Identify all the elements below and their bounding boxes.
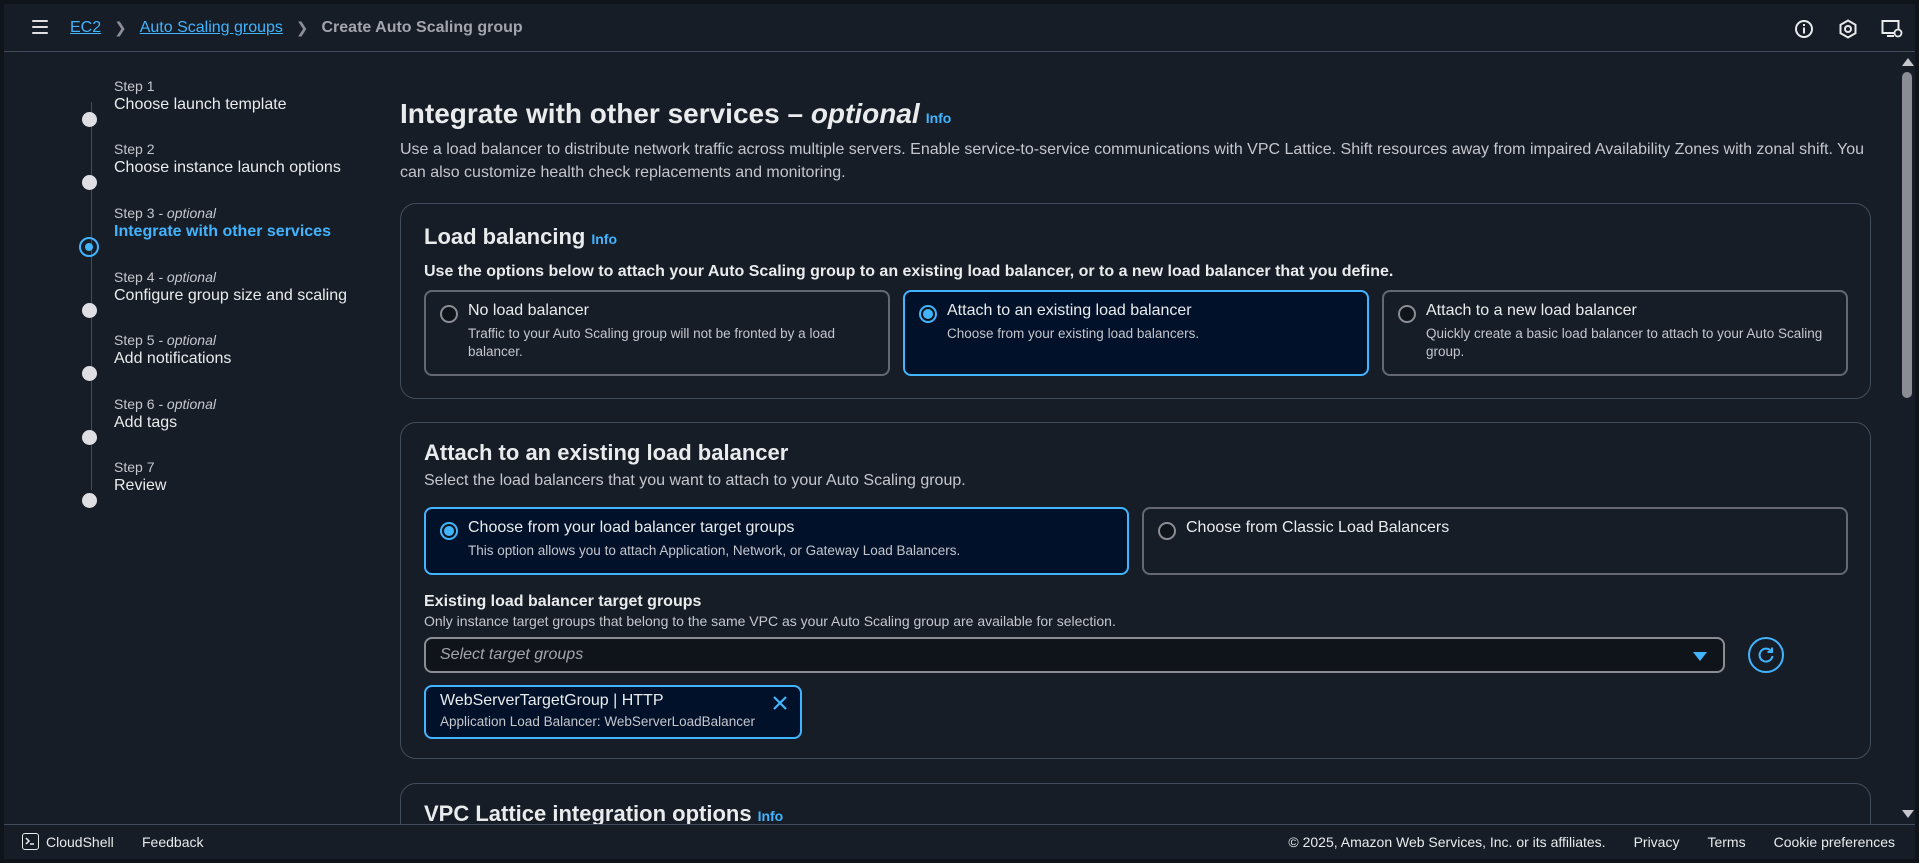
breadcrumb-ec2-link[interactable]: EC2	[70, 19, 101, 37]
step-title[interactable]: Add tags	[114, 414, 374, 432]
feedback-link[interactable]: Feedback	[142, 834, 203, 850]
chevron-right-icon: ❯	[114, 20, 127, 37]
selected-target-group-token: WebServerTargetGroup | HTTP Application …	[424, 685, 802, 739]
step-number: Step 7	[114, 459, 155, 475]
target-groups-option[interactable]: Choose from your load balancer target gr…	[424, 507, 1129, 575]
breadcrumb-current: Create Auto Scaling group	[321, 19, 523, 36]
console-window: EC2 ❯ Auto Scaling groups ❯ Create Auto …	[4, 4, 1915, 859]
option-label: Attach to a new load balancer	[1426, 302, 1637, 319]
target-groups-field-label: Existing load balancer target groups	[424, 593, 702, 610]
chevron-right-icon: ❯	[295, 20, 309, 37]
radio-button-selected[interactable]	[440, 522, 458, 540]
load-balancing-panel: Load balancing Info Use the options below…	[400, 203, 1871, 399]
close-icon[interactable]	[770, 693, 790, 713]
info-circle-icon[interactable]	[1793, 18, 1815, 40]
select-placeholder: Select target groups	[440, 646, 584, 663]
breadcrumb: EC2 ❯ Auto Scaling groups ❯ Create Auto …	[70, 19, 523, 37]
step-indicator	[82, 430, 97, 445]
radio-button[interactable]	[440, 305, 458, 323]
refresh-icon	[1758, 647, 1774, 663]
notifications-icon[interactable]	[1837, 18, 1859, 40]
option-label: Attach to an existing load balancer	[947, 302, 1192, 319]
terminal-icon	[22, 833, 39, 850]
option-description: This option allows you to attach Applica…	[468, 543, 961, 558]
step-title[interactable]: Choose instance launch options	[114, 159, 374, 177]
step-number: Step 3 - optional	[114, 205, 216, 221]
caret-down-icon	[1693, 652, 1707, 661]
step-number: Step 5 - optional	[114, 332, 216, 348]
step-number: Step 1	[114, 78, 155, 94]
step-number: Step 4 - optional	[114, 269, 216, 285]
scroll-up-arrow-icon[interactable]	[1902, 58, 1914, 66]
load-balancing-instruction: Use the options below to attach your Aut…	[424, 263, 1394, 280]
radio-button[interactable]	[1398, 305, 1416, 323]
breadcrumb-asg-link[interactable]: Auto Scaling groups	[140, 19, 283, 37]
info-link[interactable]: Info	[591, 231, 617, 247]
cloudshell-button[interactable]: CloudShell	[22, 833, 114, 850]
privacy-link[interactable]: Privacy	[1634, 834, 1680, 850]
footer-links: © 2025, Amazon Web Services, Inc. or its…	[1288, 834, 1895, 850]
footer: CloudShell Feedback © 2025, Amazon Web S…	[4, 824, 1915, 859]
classic-load-balancers-option[interactable]: Choose from Classic Load Balancers	[1142, 507, 1848, 575]
cloudshell-label: CloudShell	[46, 833, 114, 850]
vpc-lattice-panel: VPC Lattice integration options Info	[400, 783, 1871, 824]
main-content: Integrate with other services – optional…	[400, 52, 1880, 824]
menu-icon[interactable]	[32, 20, 48, 34]
option-description: Traffic to your Auto Scaling group will …	[468, 326, 835, 359]
header-icon-group	[1793, 18, 1903, 40]
step-title[interactable]: Configure group size and scaling	[114, 287, 374, 305]
terms-link[interactable]: Terms	[1707, 834, 1745, 850]
target-groups-select[interactable]: Select target groups	[424, 637, 1725, 673]
panel-title: Attach to an existing load balancer	[424, 440, 789, 465]
cookie-preferences-link[interactable]: Cookie preferences	[1774, 834, 1895, 850]
radio-button[interactable]	[1158, 522, 1176, 540]
panel-title: Load balancing Info	[424, 224, 618, 249]
copyright-text: © 2025, Amazon Web Services, Inc. or its…	[1288, 834, 1606, 850]
step-indicator	[82, 303, 97, 318]
new-load-balancer-option[interactable]: Attach to a new load balancer Quickly cr…	[1382, 290, 1848, 376]
scroll-down-arrow-icon[interactable]	[1902, 810, 1914, 818]
step-indicator-active	[79, 237, 99, 257]
vertical-scrollbar[interactable]	[1899, 52, 1915, 824]
option-label: Choose from your load balancer target gr…	[468, 519, 795, 536]
existing-load-balancer-option[interactable]: Attach to an existing load balancer Choo…	[903, 290, 1369, 376]
settings-icon[interactable]	[1881, 18, 1903, 40]
panel-subtitle: Select the load balancers that you want …	[424, 472, 966, 489]
step-number: Step 6 - optional	[114, 396, 216, 412]
step-title[interactable]: Choose launch template	[114, 96, 374, 114]
panel-title: VPC Lattice integration options Info	[424, 801, 784, 824]
step-indicator	[82, 175, 97, 190]
refresh-button[interactable]	[1748, 637, 1784, 673]
scrollbar-thumb[interactable]	[1902, 72, 1912, 398]
option-label: Choose from Classic Load Balancers	[1186, 519, 1450, 536]
existing-load-balancer-panel: Attach to an existing load balancer Sele…	[400, 422, 1871, 759]
token-title: WebServerTargetGroup | HTTP	[440, 692, 664, 709]
option-description: Choose from your existing load balancers…	[947, 326, 1200, 341]
radio-button-selected[interactable]	[919, 305, 937, 323]
step-title[interactable]: Add notifications	[114, 350, 374, 368]
option-description: Quickly create a basic load balancer to …	[1426, 326, 1823, 359]
page-title: Integrate with other services – optional…	[400, 98, 952, 129]
top-navigation-bar: EC2 ❯ Auto Scaling groups ❯ Create Auto …	[4, 4, 1915, 52]
target-groups-field-hint: Only instance target groups that belong …	[424, 613, 1116, 629]
step-indicator	[82, 366, 97, 381]
step-title[interactable]: Review	[114, 477, 374, 495]
token-subtitle: Application Load Balancer: WebServerLoad…	[440, 714, 755, 729]
option-label: No load balancer	[468, 302, 589, 319]
no-load-balancer-option[interactable]: No load balancer Traffic to your Auto Sc…	[424, 290, 890, 376]
step-number: Step 2	[114, 141, 155, 157]
step-indicator	[82, 112, 97, 127]
step-title: Integrate with other services	[114, 223, 331, 240]
info-link[interactable]: Info	[758, 808, 784, 824]
info-link[interactable]: Info	[926, 110, 952, 126]
step-indicator	[82, 493, 97, 508]
page-description: Use a load balancer to distribute networ…	[400, 141, 1865, 181]
